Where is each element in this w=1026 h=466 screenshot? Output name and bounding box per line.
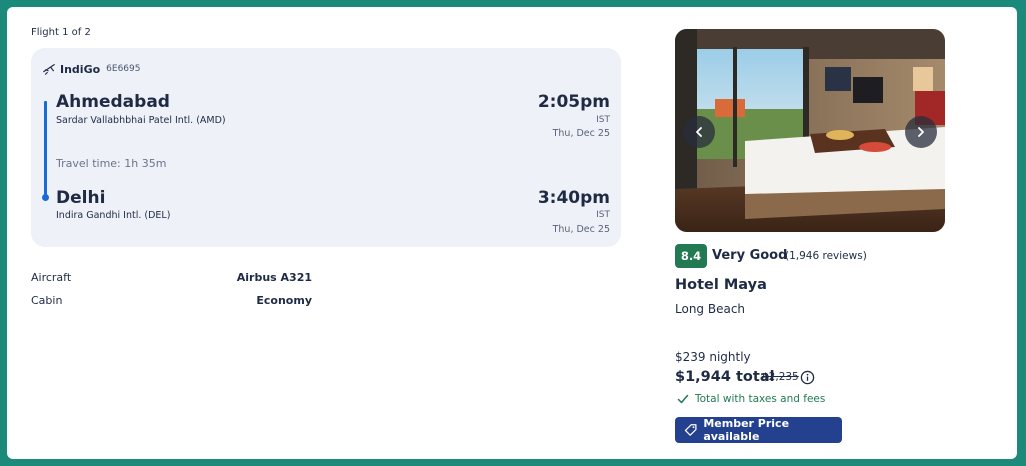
review-count: (1,946 reviews)	[785, 250, 867, 262]
flight-number: 6E6695	[106, 64, 141, 74]
tag-icon	[684, 424, 697, 436]
departure-city: Ahmedabad	[56, 92, 170, 112]
arrival-date: Thu, Dec 25	[552, 224, 610, 235]
flight-count-label: Flight 1 of 2	[31, 27, 91, 38]
departure-airport: Sardar Vallabhbhai Patel Intl. (AMD)	[56, 115, 226, 126]
member-price-badge: Member Price available	[675, 417, 842, 443]
cabin-value: Economy	[256, 294, 312, 307]
hotel-name[interactable]: Hotel Maya	[675, 277, 767, 293]
arrival-dot	[42, 194, 49, 201]
photo-next-button[interactable]	[905, 116, 937, 148]
nightly-price: $239 nightly	[675, 350, 751, 364]
flight-segment: IndiGo 6E6695 Ahmedabad Sardar Vallabhbh…	[31, 48, 621, 247]
hotel-location: Long Beach	[675, 302, 746, 316]
rating-label: Very Good	[712, 248, 788, 263]
airline-name: IndiGo	[60, 62, 101, 76]
departure-date: Thu, Dec 25	[552, 128, 610, 139]
airline-row: IndiGo 6E6695	[42, 62, 140, 76]
total-price: $1,944 total	[675, 369, 775, 385]
info-icon[interactable]	[800, 370, 815, 385]
chevron-right-icon	[918, 127, 924, 137]
aircraft-value: Airbus A321	[236, 271, 312, 284]
photo-prev-button[interactable]	[683, 116, 715, 148]
departure-timezone: IST	[596, 115, 610, 125]
taxes-note-row: Total with taxes and fees	[677, 393, 825, 405]
member-price-text: Member Price available	[703, 417, 790, 443]
checkmark-icon	[677, 394, 689, 404]
original-price: $2,235	[762, 371, 799, 383]
rating-score-badge: 8.4	[675, 244, 707, 268]
arrival-timezone: IST	[596, 210, 610, 220]
arrival-city: Delhi	[56, 188, 106, 208]
arrival-airport: Indira Gandhi Intl. (DEL)	[56, 210, 171, 221]
departure-time: 2:05pm	[537, 92, 610, 112]
flight-timeline	[44, 101, 47, 197]
airplane-icon	[43, 64, 55, 75]
taxes-note: Total with taxes and fees	[695, 393, 826, 405]
chevron-left-icon	[696, 127, 702, 137]
aircraft-label: Aircraft	[31, 271, 72, 284]
cabin-label: Cabin	[31, 294, 63, 307]
travel-time: Travel time: 1h 35m	[56, 157, 167, 170]
arrival-time: 3:40pm	[537, 188, 610, 208]
